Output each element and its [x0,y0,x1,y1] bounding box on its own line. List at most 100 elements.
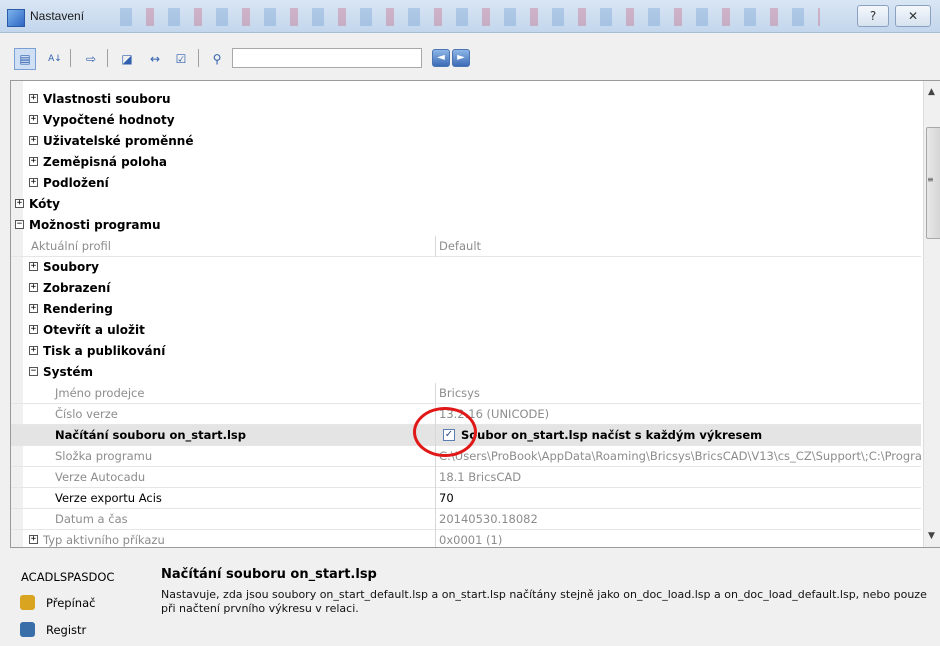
app-settings-icon[interactable]: ◪ [116,48,138,70]
category-label: Otevřít a uložit [43,323,145,337]
category-label: Zeměpisná poloha [43,155,167,169]
property-row[interactable]: Verze exportu Acis 70 [11,488,921,509]
category-label: Podložení [43,176,109,190]
property-label: Aktuální profil [31,239,111,253]
export-icon[interactable]: ⇨ [80,48,102,70]
collapse-icon[interactable]: − [29,367,38,376]
expand-icon[interactable]: + [29,178,38,187]
close-button[interactable]: ✕ [895,5,931,27]
previous-arrow-icon[interactable]: ◄ [432,49,450,67]
collapse-icon[interactable]: − [15,220,24,229]
property-value[interactable]: Bricsys [439,383,921,404]
binoculars-icon[interactable]: ⚲ [206,48,228,70]
property-value[interactable]: 20140530.18082 [439,509,921,530]
property-label: Načítání souboru on_start.lsp [55,428,246,442]
column-divider[interactable] [435,236,436,257]
column-divider[interactable] [435,488,436,509]
category-label: Kóty [29,197,60,211]
property-row[interactable]: Jméno prodejce Bricsys [11,383,921,404]
vertical-scrollbar[interactable]: ▲ ≡ ▼ [923,81,940,547]
category-row[interactable]: + Podložení [11,173,921,194]
description-title: Načítání souboru on_start.lsp [161,567,377,582]
categorized-view-icon[interactable]: ▤ [14,48,36,70]
expand-icon[interactable]: + [29,115,38,124]
property-label: Jméno prodejce [55,386,145,400]
switch-label: Přepínač [46,596,96,610]
toolbar-separator [198,49,199,67]
property-row[interactable]: + Typ aktivního příkazu 0x0001 (1) [11,530,921,547]
category-row[interactable]: − Možnosti programu [11,215,921,236]
app-logo-icon [7,9,25,27]
expand-icon[interactable]: + [29,94,38,103]
category-label: Uživatelské proměnné [43,134,194,148]
expand-icon[interactable]: + [29,157,38,166]
property-label: Verze Autocadu [55,470,146,484]
title-decoration [120,8,820,26]
category-label: Soubory [43,260,100,274]
category-label: Zobrazení [43,281,111,295]
category-row[interactable]: + Rendering [11,299,921,320]
property-value[interactable]: 70 [439,488,921,509]
category-row[interactable]: + Kóty [11,194,921,215]
property-grid: + Vlastnosti souboru + Vypočtené hodnoty + Už… [10,80,940,548]
category-row[interactable]: + Uživatelské proměnné [11,131,921,152]
property-row[interactable]: Aktuální profil Default [11,236,921,257]
alphabetical-sort-icon[interactable]: A↓ [44,48,66,70]
category-row[interactable]: + Vlastnosti souboru [11,89,921,110]
category-label: Rendering [43,302,113,316]
category-row[interactable]: + Otevřít a uložit [11,320,921,341]
property-value[interactable]: 13.2.16 (UNICODE) [439,404,921,425]
property-label: Číslo verze [55,407,118,421]
toolbar-separator [107,49,108,67]
property-label: Verze exportu Acis [55,491,162,505]
highlight-circle [413,407,477,457]
expand-icon[interactable]: + [29,136,38,145]
property-row[interactable]: Datum a čas 20140530.18082 [11,509,921,530]
category-label: Vypočtené hodnoty [43,113,175,127]
category-row[interactable]: + Vypočtené hodnoty [11,110,921,131]
scroll-grip-icon: ≡ [927,175,934,184]
expand-icon[interactable]: + [29,283,38,292]
expand-icon[interactable]: + [29,325,38,334]
scroll-down-icon[interactable]: ▼ [928,531,935,541]
dimension-icon[interactable]: ↔ [144,48,166,70]
property-row[interactable]: Verze Autocadu 18.1 BricsCAD [11,467,921,488]
property-label: Typ aktivního příkazu [43,533,165,547]
help-button[interactable]: ? [857,5,889,27]
window-title: Nastavení [30,9,85,23]
expand-icon[interactable]: + [29,304,38,313]
category-label: Vlastnosti souboru [43,92,171,106]
category-row[interactable]: + Tisk a publikování [11,341,921,362]
column-divider[interactable] [435,383,436,404]
category-label: Tisk a publikování [43,344,166,358]
expand-icon[interactable]: + [15,199,24,208]
category-row[interactable]: − Systém [11,362,921,383]
registry-icon [20,622,35,637]
variable-name: ACADLSPASDOC [21,570,115,584]
property-value[interactable]: 0x0001 (1) [439,530,921,547]
next-arrow-icon[interactable]: ► [452,49,470,67]
column-divider[interactable] [435,530,436,547]
category-row[interactable]: + Soubory [11,257,921,278]
title-bar: Nastavení ? ✕ [0,0,940,33]
toolbar: ▤ A↓ ⇨ ◪ ↔ ☑ ⚲ ◄ ► [0,33,940,79]
expand-icon[interactable]: + [29,346,38,355]
expand-icon[interactable]: + [29,262,38,271]
property-value[interactable]: C:\Users\ProBook\AppData\Roaming\Bricsys… [439,446,921,467]
switch-icon [20,595,35,610]
property-value[interactable]: Default [439,236,921,257]
property-value[interactable]: Soubor on_start.lsp načíst s každým výkr… [461,425,940,446]
checkbox-icon[interactable]: ☑ [170,48,192,70]
category-row[interactable]: + Zeměpisná poloha [11,152,921,173]
property-value[interactable]: 18.1 BricsCAD [439,467,921,488]
expand-icon[interactable]: + [29,535,38,544]
column-divider[interactable] [435,509,436,530]
column-divider[interactable] [435,467,436,488]
registry-label: Registr [46,623,87,637]
category-row[interactable]: + Zobrazení [11,278,921,299]
search-input[interactable] [232,48,422,68]
toolbar-separator [70,49,71,67]
property-label: Datum a čas [55,512,128,526]
scroll-up-icon[interactable]: ▲ [928,87,935,97]
category-label: Možnosti programu [29,218,161,232]
